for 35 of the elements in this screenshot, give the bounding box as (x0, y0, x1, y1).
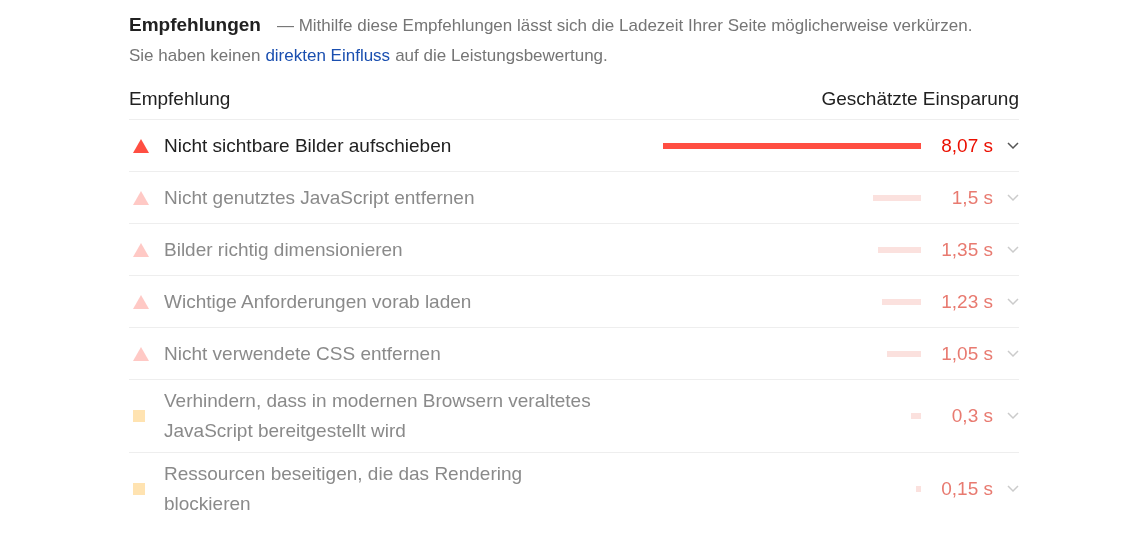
savings-bar (873, 194, 921, 201)
savings-bar (877, 246, 921, 253)
recommendation-title: Nicht genutztes JavaScript entfernen (164, 185, 476, 210)
recommendation-row[interactable]: Wichtige Anforderungen vorab laden 1,23 s (129, 276, 1019, 328)
recommendation-row[interactable]: Nicht verwendete CSS entfernen 1,05 s (129, 328, 1019, 380)
section-title: Empfehlungen (129, 14, 261, 36)
note-text: auf die Leistungsbewertung. (395, 46, 608, 66)
savings-bar (911, 413, 921, 419)
savings-bar (881, 298, 921, 305)
savings-value: 1,5 s (950, 186, 993, 209)
recommendation-title: Bilder richtig dimensionieren (164, 237, 404, 262)
recommendation-row[interactable]: Ressourcen beseitigen, die das Rendering blockieren 0,15 s (129, 453, 1019, 525)
recommendation-row[interactable]: Bilder richtig dimensionieren 1,35 s (129, 224, 1019, 276)
savings-value: 1,05 s (940, 342, 993, 365)
recommendation-row[interactable]: Verhindern, dass in modernen Browsern veraltetes JavaScript bereitgestellt wird 0,3 s (129, 380, 1019, 453)
chevron-down-icon[interactable] (1007, 141, 1019, 150)
recommendation-title: Nicht sichtbare Bilder aufschieben (164, 133, 453, 158)
recommendation-title: Ressourcen beseitigen, die das Rendering blockieren (164, 462, 524, 516)
savings-bar (916, 486, 921, 492)
savings-value: 1,23 s (940, 290, 993, 313)
savings-value: 1,35 s (940, 238, 993, 261)
section-description: — Mithilfe diese Empfehlungen lässt sich die Ladezeit Ihrer Seite möglicherweise verkürzen. (276, 16, 973, 36)
savings-bar (887, 350, 921, 357)
column-header: Geschätzte Einsparung (821, 88, 1019, 110)
recommendation-title: Verhindern, dass in modernen Browsern veraltetes JavaScript bereitgestellt wird (164, 389, 592, 443)
recommendation-row[interactable]: Nicht genutztes JavaScript entfernen 1,5 s (129, 172, 1019, 224)
recommendation-title: Wichtige Anforderungen vorab laden (164, 289, 473, 314)
note-text: Sie haben keinen (129, 46, 261, 66)
recommendation-row[interactable]: Nicht sichtbare Bilder aufschieben 8,07 s (129, 120, 1019, 172)
savings-value: 0,3 s (950, 405, 993, 427)
savings-value: 0,15 s (940, 478, 993, 500)
column-header: Empfehlung (129, 88, 231, 110)
savings-value: 8,07 s (940, 134, 993, 157)
note-link[interactable]: direkten Einfluss (265, 46, 391, 66)
recommendation-title: Nicht verwendete CSS entfernen (164, 341, 442, 366)
